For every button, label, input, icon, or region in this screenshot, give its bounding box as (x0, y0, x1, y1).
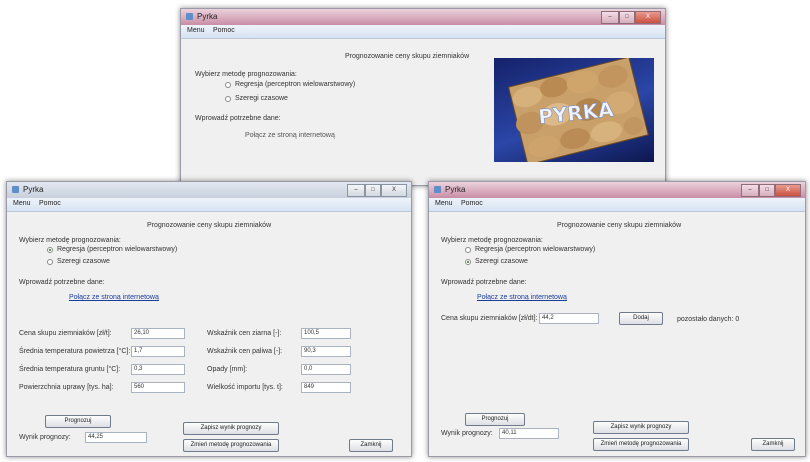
menu-item-menu[interactable]: Menu (187, 27, 205, 34)
radio-time-series[interactable] (225, 96, 231, 102)
radio-time-series[interactable] (465, 259, 471, 265)
result-value: 44,25 (85, 432, 147, 443)
radio-time-series[interactable] (47, 259, 53, 265)
field-label-fuel-index: Wskaźnik cen paliwa [-]: (207, 348, 283, 355)
app-icon (434, 186, 441, 193)
field-label-price: Cena skupu ziemniaków [zł/t]: (19, 330, 112, 337)
connect-link[interactable]: Połącz ze stroną internetową (69, 294, 159, 301)
form-heading: Prognozowanie ceny skupu ziemniaków (345, 53, 470, 60)
price-input[interactable]: 44,2 (539, 313, 599, 324)
change-method-button[interactable]: Zmień metodę prognozowania (183, 439, 279, 452)
forecast-button[interactable]: Prognozuj (45, 415, 111, 428)
connect-text: Połącz ze stroną internetową (245, 132, 335, 139)
window-title: Pyrka (23, 185, 44, 194)
maximize-button[interactable]: □ (619, 11, 635, 24)
save-result-button[interactable]: Zapisz wynik prognozy (593, 421, 689, 434)
close-window-button[interactable]: X (775, 184, 801, 197)
top-window-titlebar[interactable]: Pyrka – □ X (181, 9, 665, 25)
data-label: Wprowadź potrzebne dane: (441, 279, 527, 286)
minimize-button[interactable]: – (347, 184, 365, 197)
menu-bar: Menu Pomoc (7, 198, 411, 212)
app-icon (12, 186, 19, 193)
add-button[interactable]: Dodaj (619, 312, 663, 325)
minimize-button[interactable]: – (601, 11, 619, 24)
form-heading: Prognozowanie ceny skupu ziemniaków (557, 222, 682, 229)
forecast-button[interactable]: Prognozuj (465, 413, 525, 426)
close-button[interactable]: Zamknij (349, 439, 393, 452)
field-label-air-temp: Średnia temperatura powietrza [°C]: (19, 348, 131, 355)
method-label: Wybierz metodę prognozowania: (19, 237, 121, 244)
window-title: Pyrka (197, 12, 218, 21)
maximize-button[interactable]: □ (365, 184, 381, 197)
menu-item-pomoc[interactable]: Pomoc (213, 27, 235, 34)
radio-regression[interactable] (47, 247, 53, 253)
field-label-import: Wielkość importu [tys. t]: (207, 384, 283, 391)
change-method-button[interactable]: Zmień metodę prognozowania (593, 438, 689, 451)
remaining-data-text: pozostało danych: 0 (677, 316, 740, 323)
radio-regression[interactable] (225, 82, 231, 88)
result-label: Wynik prognozy: (19, 434, 71, 441)
menu-item-menu[interactable]: Menu (13, 200, 31, 207)
radio-regression-label[interactable]: Regresja (perceptron wielowarstwowy) (475, 246, 595, 253)
field-input-import[interactable]: 849 (301, 382, 351, 393)
field-input-grain-index[interactable]: 100,5 (301, 328, 351, 339)
method-label: Wybierz metodę prognozowania: (441, 237, 543, 244)
radio-time-series-label[interactable]: Szeregi czasowe (235, 95, 288, 102)
field-input-ground-temp[interactable]: 0,3 (131, 364, 185, 375)
radio-regression-label[interactable]: Regresja (perceptron wielowarstwowy) (235, 81, 355, 88)
right-window-titlebar[interactable]: Pyrka – □ X (429, 182, 805, 198)
pyrka-logo: PYRKA (494, 58, 654, 162)
save-result-button[interactable]: Zapisz wynik prognozy (183, 422, 279, 435)
app-icon (186, 13, 193, 20)
connect-link[interactable]: Połącz ze stroną internetową (477, 294, 567, 301)
menu-bar: Menu Pomoc (429, 198, 805, 212)
left-window: Pyrka – □ X Menu Pomoc Prognozowanie cen… (6, 181, 412, 457)
menu-bar: Menu Pomoc (181, 25, 665, 39)
field-label-grain-index: Wskaźnik cen ziarna [-]: (207, 330, 282, 337)
radio-time-series-label[interactable]: Szeregi czasowe (57, 258, 110, 265)
menu-item-pomoc[interactable]: Pomoc (461, 200, 483, 207)
method-label: Wybierz metodę prognozowania: (195, 71, 297, 78)
price-label: Cena skupu ziemniaków [zł/dt]: (441, 315, 538, 322)
field-input-air-temp[interactable]: 1,7 (131, 346, 185, 357)
data-label: Wprowadź potrzebne dane: (19, 279, 105, 286)
field-label-rainfall: Opady [mm]: (207, 366, 248, 373)
field-label-ground-temp: Średnia temperatura gruntu [°C]: (19, 366, 121, 373)
field-label-area: Powierzchnia uprawy [tys. ha]: (19, 384, 114, 391)
radio-regression[interactable] (465, 247, 471, 253)
field-input-price[interactable]: 26,10 (131, 328, 185, 339)
form-heading: Prognozowanie ceny skupu ziemniaków (147, 222, 272, 229)
close-button[interactable]: Zamknij (751, 438, 795, 451)
result-label: Wynik prognozy: (441, 430, 493, 437)
radio-regression-label[interactable]: Regresja (perceptron wielowarstwowy) (57, 246, 177, 253)
right-window: Pyrka – □ X Menu Pomoc Prognozowanie cen… (428, 181, 806, 457)
radio-time-series-label[interactable]: Szeregi czasowe (475, 258, 528, 265)
data-label: Wprowadź potrzebne dane: (195, 115, 281, 122)
window-title: Pyrka (445, 185, 466, 194)
left-window-titlebar[interactable]: Pyrka – □ X (7, 182, 411, 198)
result-value: 40,11 (499, 428, 559, 439)
menu-item-pomoc[interactable]: Pomoc (39, 200, 61, 207)
field-input-rainfall[interactable]: 0,0 (301, 364, 351, 375)
minimize-button[interactable]: – (741, 184, 759, 197)
close-window-button[interactable]: X (635, 11, 661, 24)
field-input-fuel-index[interactable]: 90,3 (301, 346, 351, 357)
menu-item-menu[interactable]: Menu (435, 200, 453, 207)
close-window-button[interactable]: X (381, 184, 407, 197)
maximize-button[interactable]: □ (759, 184, 775, 197)
field-input-area[interactable]: 560 (131, 382, 185, 393)
